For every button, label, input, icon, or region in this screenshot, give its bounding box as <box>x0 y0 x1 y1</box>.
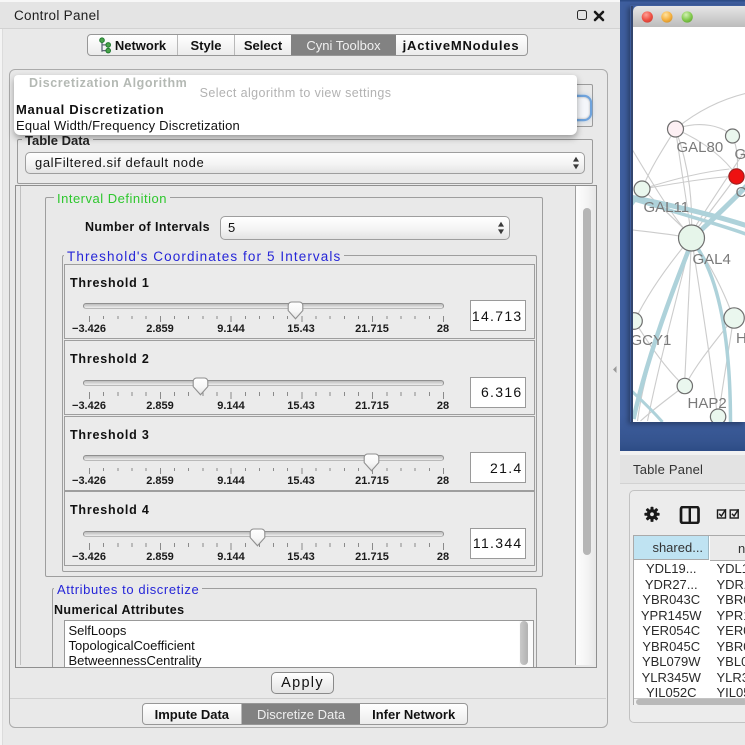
svg-text:GAL80: GAL80 <box>676 139 723 156</box>
svg-text:H: H <box>736 330 745 347</box>
svg-text:GCY1: GCY1 <box>633 332 671 349</box>
svg-text:GAL11: GAL11 <box>643 199 689 216</box>
svg-text:C: C <box>735 184 745 201</box>
svg-text:HAP2: HAP2 <box>687 395 726 412</box>
svg-text:G.: G. <box>734 146 745 163</box>
svg-text:GAL4: GAL4 <box>692 251 730 268</box>
